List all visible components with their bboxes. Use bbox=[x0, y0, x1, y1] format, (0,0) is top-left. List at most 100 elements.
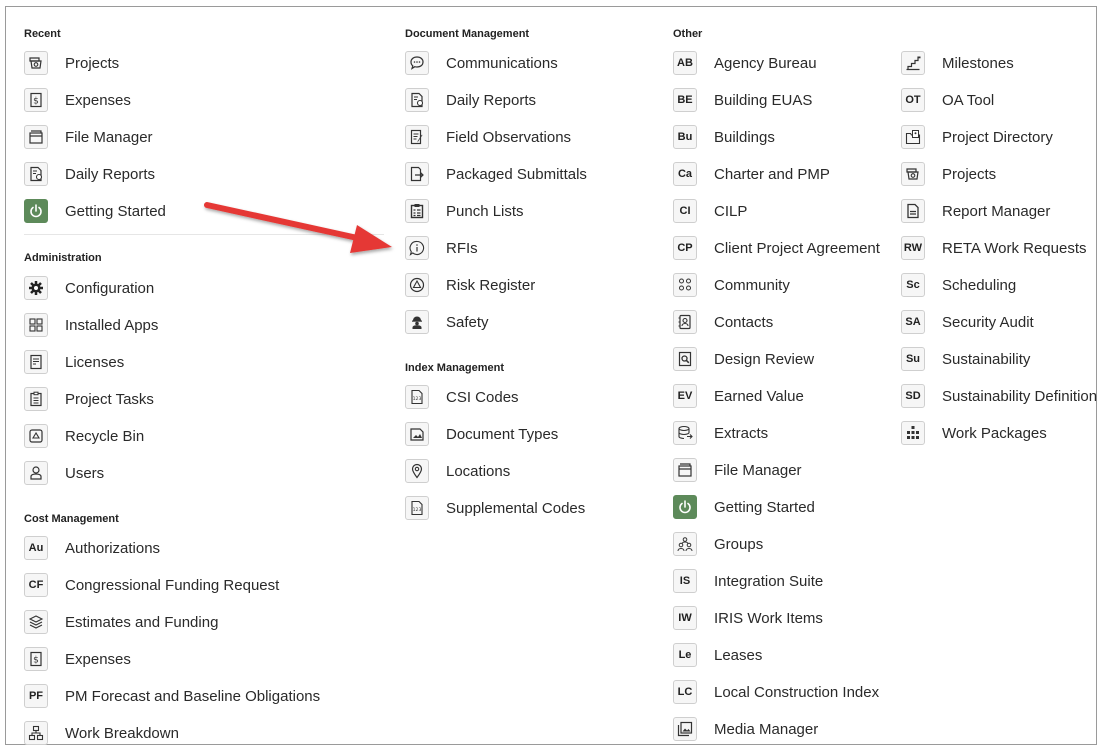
menu-item-other-work-packages[interactable]: Work Packages bbox=[901, 415, 1047, 451]
menu-item-cost-expenses[interactable]: $ Expenses bbox=[24, 641, 131, 677]
badge-icon: LC bbox=[673, 680, 697, 704]
menu-item-cost-pm-forecast-and-baseline-obligations[interactable]: PF PM Forecast and Baseline Obligations bbox=[24, 678, 320, 714]
menu-item-label: Packaged Submittals bbox=[446, 165, 587, 183]
menu-item-doc-communications[interactable]: Communications bbox=[405, 45, 558, 81]
menu-item-index-document-types[interactable]: Document Types bbox=[405, 416, 558, 452]
menu-item-admin-licenses[interactable]: Licenses bbox=[24, 344, 124, 380]
menu-item-label: Work Breakdown bbox=[65, 724, 179, 742]
badge-icon: SA bbox=[901, 310, 925, 334]
menu-item-cost-work-breakdown[interactable]: Work Breakdown bbox=[24, 715, 179, 751]
menu-item-other-reta-work-requests[interactable]: RW RETA Work Requests bbox=[901, 230, 1087, 266]
badge-icon: Su bbox=[901, 347, 925, 371]
menu-item-other-oa-tool[interactable]: OT OA Tool bbox=[901, 82, 994, 118]
menu-item-recent-file-manager[interactable]: File Manager bbox=[24, 119, 153, 155]
menu-item-doc-field-observations[interactable]: Field Observations bbox=[405, 119, 571, 155]
menu-item-other-scheduling[interactable]: Sc Scheduling bbox=[901, 267, 1016, 303]
badge-icon: Le bbox=[673, 643, 697, 667]
menu-item-doc-daily-reports[interactable]: Daily Reports bbox=[405, 82, 536, 118]
license-icon bbox=[24, 350, 48, 374]
menu-item-label: PM Forecast and Baseline Obligations bbox=[65, 687, 321, 705]
menu-item-other-contacts[interactable]: Contacts bbox=[673, 304, 773, 340]
menu-item-other-agency-bureau[interactable]: AB Agency Bureau bbox=[673, 45, 817, 81]
menu-item-other-earned-value[interactable]: EV Earned Value bbox=[673, 378, 804, 414]
menu-item-label: Getting Started bbox=[714, 498, 815, 516]
info-bubble-icon bbox=[405, 236, 429, 260]
daily-report-icon bbox=[405, 88, 429, 112]
menu-item-other-projects[interactable]: Projects bbox=[901, 156, 996, 192]
menu-item-label: Community bbox=[714, 276, 790, 294]
daily-report-icon bbox=[24, 162, 48, 186]
menu-item-other-milestones[interactable]: Milestones bbox=[901, 45, 1014, 81]
menu-item-label: Risk Register bbox=[446, 276, 536, 294]
menu-item-label: Punch Lists bbox=[446, 202, 524, 220]
menu-item-label: RETA Work Requests bbox=[942, 239, 1087, 257]
menu-item-other-cilp[interactable]: CI CILP bbox=[673, 193, 747, 229]
menu-item-other-groups[interactable]: Groups bbox=[673, 526, 763, 562]
menu-item-other-community[interactable]: Community bbox=[673, 267, 790, 303]
menu-item-label: Earned Value bbox=[714, 387, 804, 405]
menu-item-label: Configuration bbox=[65, 279, 155, 297]
submit-doc-icon bbox=[405, 162, 429, 186]
milestone-icon bbox=[901, 51, 925, 75]
menu-item-cost-estimates-and-funding[interactable]: Estimates and Funding bbox=[24, 604, 218, 640]
menu-item-other-client-project-agreement[interactable]: CP Client Project Agreement bbox=[673, 230, 880, 266]
menu-item-recent-expenses[interactable]: $ Expenses bbox=[24, 82, 131, 118]
directory-icon bbox=[901, 125, 925, 149]
menu-item-cost-congressional-funding-request[interactable]: CF Congressional Funding Request bbox=[24, 567, 279, 603]
menu-item-other-charter-and-pmp[interactable]: Ca Charter and PMP bbox=[673, 156, 830, 192]
section-title-other: Other bbox=[673, 28, 703, 40]
menu-item-recent-getting-started[interactable]: Getting Started bbox=[24, 193, 166, 229]
menu-item-recent-daily-reports[interactable]: Daily Reports bbox=[24, 156, 155, 192]
projects-icon bbox=[24, 51, 48, 75]
menu-item-admin-configuration[interactable]: Configuration bbox=[24, 270, 154, 306]
menu-item-label: Daily Reports bbox=[446, 91, 537, 109]
menu-item-admin-installed-apps[interactable]: Installed Apps bbox=[24, 307, 158, 343]
menu-item-other-sustainability[interactable]: Su Sustainability bbox=[901, 341, 1030, 377]
warning-icon bbox=[405, 273, 429, 297]
menu-item-label: Integration Suite bbox=[714, 572, 824, 590]
menu-item-label: IRIS Work Items bbox=[714, 609, 823, 627]
menu-item-doc-packaged-submittals[interactable]: Packaged Submittals bbox=[405, 156, 587, 192]
menu-item-other-buildings[interactable]: Bu Buildings bbox=[673, 119, 775, 155]
menu-item-other-iris-work-items[interactable]: IW IRIS Work Items bbox=[673, 600, 823, 636]
section-title-recent: Recent bbox=[24, 28, 61, 40]
menu-item-index-supplemental-codes[interactable]: 123 Supplemental Codes bbox=[405, 490, 585, 526]
menu-item-other-design-review[interactable]: Design Review bbox=[673, 341, 814, 377]
menu-item-other-local-construction-index[interactable]: LC Local Construction Index bbox=[673, 674, 879, 710]
menu-item-admin-project-tasks[interactable]: Project Tasks bbox=[24, 381, 154, 417]
menu-item-label: File Manager bbox=[714, 461, 802, 479]
menu-item-doc-rfis[interactable]: RFIs bbox=[405, 230, 478, 266]
menu-item-label: Sustainability bbox=[942, 350, 1031, 368]
menu-item-label: Getting Started bbox=[65, 202, 166, 220]
menu-item-doc-risk-register[interactable]: Risk Register bbox=[405, 267, 535, 303]
menu-item-other-building-euas[interactable]: BE Building EUAS bbox=[673, 82, 812, 118]
menu-item-index-csi-codes[interactable]: 123 CSI Codes bbox=[405, 379, 519, 415]
menu-item-label: Authorizations bbox=[65, 539, 161, 557]
media-icon bbox=[673, 717, 697, 741]
menu-item-other-media-manager[interactable]: Media Manager bbox=[673, 711, 818, 747]
menu-item-admin-recycle-bin[interactable]: Recycle Bin bbox=[24, 418, 144, 454]
menu-item-doc-safety[interactable]: Safety bbox=[405, 304, 489, 340]
menu-item-label: Communications bbox=[446, 54, 558, 72]
menu-item-doc-punch-lists[interactable]: Punch Lists bbox=[405, 193, 524, 229]
menu-item-admin-users[interactable]: Users bbox=[24, 455, 104, 491]
menu-item-label: Client Project Agreement bbox=[714, 239, 880, 257]
menu-item-other-sustainability-definition[interactable]: SD Sustainability Definition bbox=[901, 378, 1097, 414]
menu-item-recent-projects[interactable]: Projects bbox=[24, 45, 119, 81]
menu-item-cost-authorizations[interactable]: Au Authorizations bbox=[24, 530, 160, 566]
menu-item-other-security-audit[interactable]: SA Security Audit bbox=[901, 304, 1034, 340]
menu-item-other-leases[interactable]: Le Leases bbox=[673, 637, 762, 673]
design-review-icon bbox=[673, 347, 697, 371]
menu-item-other-file-manager[interactable]: File Manager bbox=[673, 452, 802, 488]
badge-icon: CF bbox=[24, 573, 48, 597]
badge-icon: IS bbox=[673, 569, 697, 593]
menu-item-other-report-manager[interactable]: Report Manager bbox=[901, 193, 1050, 229]
menu-item-other-integration-suite[interactable]: IS Integration Suite bbox=[673, 563, 823, 599]
menu-item-label: Buildings bbox=[714, 128, 775, 146]
menu-item-index-locations[interactable]: Locations bbox=[405, 453, 510, 489]
menu-item-other-project-directory[interactable]: Project Directory bbox=[901, 119, 1053, 155]
menu-item-other-extracts[interactable]: Extracts bbox=[673, 415, 768, 451]
safety-worker-icon bbox=[405, 310, 429, 334]
menu-item-other-getting-started[interactable]: Getting Started bbox=[673, 489, 815, 525]
badge-icon: CP bbox=[673, 236, 697, 260]
